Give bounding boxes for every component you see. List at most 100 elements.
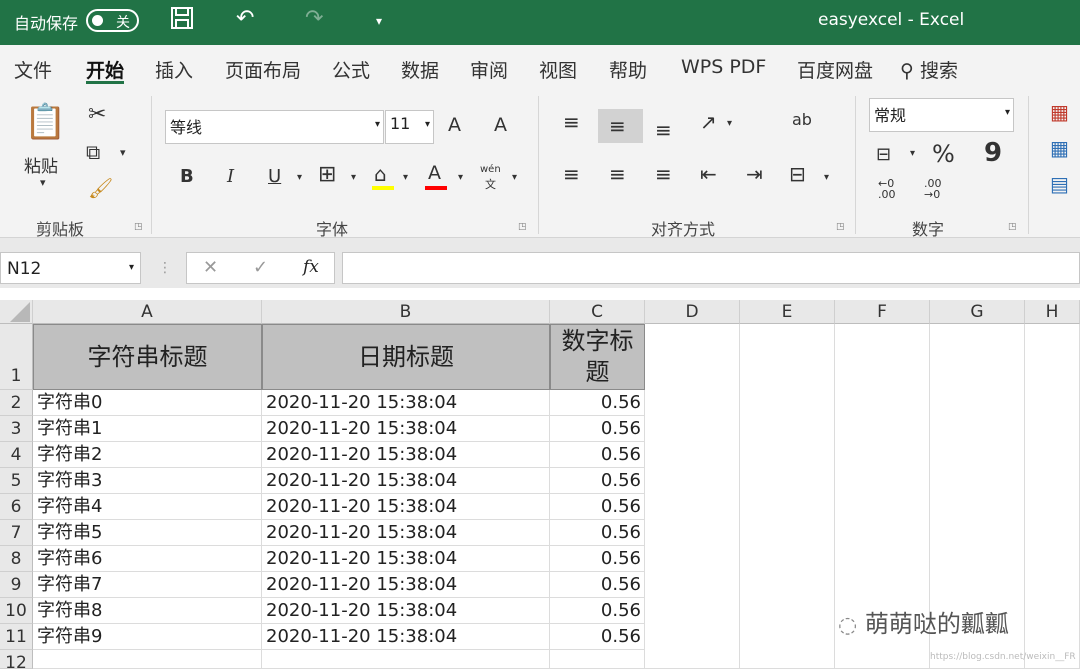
column-header[interactable]: H (1025, 300, 1080, 324)
table-cell[interactable]: 0.56 (550, 624, 645, 650)
grow-font-icon[interactable]: A (448, 114, 461, 136)
table-cell[interactable]: 字符串9 (33, 624, 262, 650)
table-cell[interactable]: 2020-11-20 15:38:04 (262, 546, 550, 572)
font-color-icon[interactable]: A (428, 162, 441, 184)
paste-icon[interactable]: 📋 (24, 102, 66, 142)
table-cell[interactable]: 字符串8 (33, 598, 262, 624)
wrap-text-icon[interactable]: ab (792, 110, 812, 129)
cell-styles-icon[interactable]: ▤ (1050, 172, 1069, 196)
tab-page-layout[interactable]: 页面布局 (225, 56, 301, 83)
undo-icon[interactable]: ↶ (236, 6, 254, 31)
table-cell[interactable]: 2020-11-20 15:38:04 (262, 416, 550, 442)
table-cell[interactable]: 2020-11-20 15:38:04 (262, 598, 550, 624)
table-cell[interactable]: 2020-11-20 15:38:04 (262, 390, 550, 416)
align-right-icon[interactable]: ≡ (655, 162, 672, 186)
column-header[interactable]: D (645, 300, 740, 324)
table-cell[interactable] (550, 650, 645, 669)
underline-dropdown-icon[interactable]: ▾ (297, 172, 302, 183)
fill-color-dropdown-icon[interactable]: ▾ (403, 172, 408, 183)
align-bottom-icon[interactable]: ≡ (655, 118, 672, 142)
orientation-dropdown-icon[interactable]: ▾ (727, 118, 732, 129)
table-cell[interactable]: 字符串6 (33, 546, 262, 572)
cut-icon[interactable]: ✂ (88, 102, 106, 127)
row-header[interactable]: 1 (0, 324, 33, 390)
tab-review[interactable]: 审阅 (470, 56, 508, 83)
clipboard-launcher-icon[interactable]: ◳ (134, 222, 143, 232)
format-painter-icon[interactable]: 🖌 (88, 176, 113, 200)
paste-dropdown-icon[interactable]: ▾ (40, 176, 46, 189)
tab-help[interactable]: 帮助 (609, 56, 647, 83)
header-cell[interactable]: 日期标题 (262, 324, 550, 390)
number-format-select[interactable]: 常规 ▾ (869, 98, 1014, 132)
borders-icon[interactable]: ⊞ (318, 162, 336, 187)
column-header[interactable]: E (740, 300, 835, 324)
header-cell[interactable]: 数字标题 (550, 324, 645, 390)
conditional-format-icon[interactable]: ▦ (1050, 100, 1069, 124)
align-top-icon[interactable]: ≡ (563, 110, 580, 134)
tab-insert[interactable]: 插入 (155, 56, 193, 83)
row-header[interactable]: 5 (0, 468, 33, 494)
empty-column-cells[interactable] (1025, 324, 1080, 669)
save-icon[interactable] (170, 6, 194, 36)
table-cell[interactable]: 2020-11-20 15:38:04 (262, 494, 550, 520)
empty-column-cells[interactable] (740, 324, 835, 669)
phonetic-dropdown-icon[interactable]: ▾ (512, 172, 517, 183)
decrease-indent-icon[interactable]: ⇤ (700, 162, 717, 186)
font-color-dropdown-icon[interactable]: ▾ (458, 172, 463, 183)
table-cell[interactable]: 0.56 (550, 598, 645, 624)
search-tab[interactable]: ⚲ 搜索 (900, 56, 958, 83)
redo-icon[interactable]: ↷ (305, 6, 323, 31)
italic-button[interactable]: I (227, 166, 234, 187)
comma-style-icon[interactable]: 9 (984, 138, 1002, 168)
tab-home[interactable]: 开始 (86, 56, 124, 83)
tab-file[interactable]: 文件 (14, 56, 52, 83)
table-cell[interactable]: 2020-11-20 15:38:04 (262, 468, 550, 494)
row-header[interactable]: 10 (0, 598, 33, 624)
column-header[interactable]: F (835, 300, 930, 324)
table-cell[interactable]: 2020-11-20 15:38:04 (262, 624, 550, 650)
phonetic-icon[interactable]: wén (480, 164, 501, 175)
table-cell[interactable]: 2020-11-20 15:38:04 (262, 572, 550, 598)
tab-formulas[interactable]: 公式 (332, 56, 370, 83)
font-name-select[interactable]: 等线 ▾ (165, 110, 384, 144)
table-cell[interactable]: 字符串5 (33, 520, 262, 546)
table-cell[interactable]: 2020-11-20 15:38:04 (262, 442, 550, 468)
decrease-decimal-icon[interactable]: .00 →0 (924, 178, 954, 200)
paste-label[interactable]: 粘贴 (24, 152, 58, 177)
insert-function-button[interactable]: fx (303, 257, 319, 277)
quick-access-dropdown-icon[interactable]: ▾ (376, 14, 382, 28)
tab-wps-pdf[interactable]: WPS PDF (681, 56, 766, 78)
table-cell[interactable]: 0.56 (550, 520, 645, 546)
table-cell[interactable]: 0.56 (550, 416, 645, 442)
tab-baidu-netdisk[interactable]: 百度网盘 (797, 56, 873, 83)
merge-center-icon[interactable]: ⊟ (789, 162, 806, 186)
table-cell[interactable]: 0.56 (550, 442, 645, 468)
table-cell[interactable] (33, 650, 262, 669)
font-launcher-icon[interactable]: ◳ (518, 222, 527, 232)
borders-dropdown-icon[interactable]: ▾ (351, 172, 356, 183)
table-cell[interactable]: 字符串0 (33, 390, 262, 416)
table-cell[interactable]: 0.56 (550, 468, 645, 494)
column-header[interactable]: G (930, 300, 1025, 324)
merge-dropdown-icon[interactable]: ▾ (824, 172, 829, 183)
table-cell[interactable]: 2020-11-20 15:38:04 (262, 520, 550, 546)
bold-button[interactable]: B (180, 166, 194, 187)
table-cell[interactable]: 字符串7 (33, 572, 262, 598)
table-cell[interactable]: 字符串3 (33, 468, 262, 494)
column-header[interactable]: C (550, 300, 645, 324)
column-header[interactable]: A (33, 300, 262, 324)
name-box[interactable]: N12 ▾ (0, 252, 141, 284)
copy-dropdown-icon[interactable]: ▾ (120, 146, 126, 159)
row-header[interactable]: 7 (0, 520, 33, 546)
row-header[interactable]: 11 (0, 624, 33, 650)
table-cell[interactable]: 0.56 (550, 546, 645, 572)
formula-input[interactable] (342, 252, 1080, 284)
accounting-format-icon[interactable]: ⊟ (876, 144, 891, 165)
empty-column-cells[interactable] (645, 324, 740, 669)
row-header[interactable]: 8 (0, 546, 33, 572)
table-cell[interactable]: 字符串4 (33, 494, 262, 520)
autosave-toggle[interactable]: 关 (86, 9, 139, 32)
cancel-icon[interactable]: ✕ (203, 257, 218, 278)
row-header[interactable]: 2 (0, 390, 33, 416)
alignment-launcher-icon[interactable]: ◳ (836, 222, 845, 232)
